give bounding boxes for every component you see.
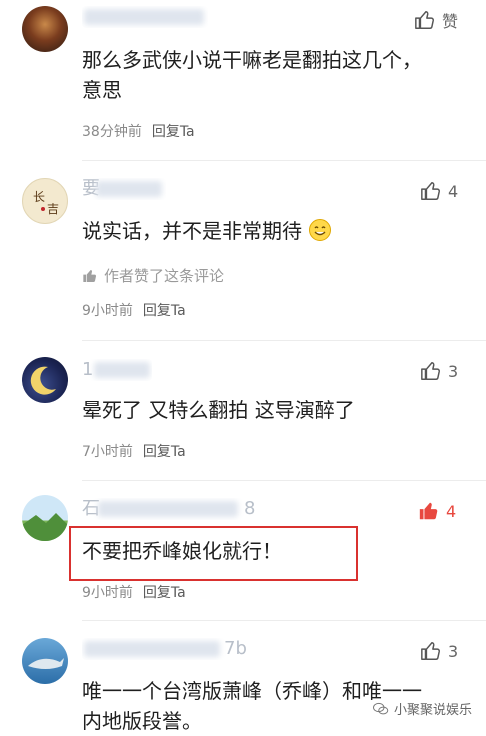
timestamp: 9小时前 (82, 303, 133, 319)
divider (82, 160, 486, 161)
comment-meta: 38分钟前 回复Ta (82, 121, 195, 141)
watermark: 小聚聚说娱乐 (372, 699, 472, 718)
reply-link[interactable]: 回复Ta (143, 441, 186, 461)
comment-meta: 7小时前 回复Ta (82, 441, 186, 461)
divider (82, 480, 486, 481)
comment-text: 说实话，并不是非常期待 (82, 216, 474, 246)
reply-link[interactable]: 回复Ta (143, 582, 186, 602)
timestamp: 9小时前 (82, 585, 133, 601)
comment-meta: 9小时前 回复Ta (82, 300, 186, 320)
thumbs-up-icon (421, 642, 441, 660)
thumbs-up-icon (421, 182, 441, 200)
timestamp: 38分钟前 (82, 124, 142, 140)
divider (82, 620, 486, 621)
comment-text: 那么多武侠小说干嘛老是翻拍这几个， 意思 (82, 48, 422, 102)
wechat-icon (372, 702, 389, 714)
like-button[interactable]: 3 (420, 640, 458, 662)
avatar[interactable]: 长吉 (22, 178, 68, 224)
smiley-emoji-icon (309, 219, 332, 241)
username[interactable]: 1 (82, 359, 152, 381)
avatar[interactable] (22, 638, 68, 684)
like-button[interactable]: 4 (420, 180, 458, 202)
thumbs-up-icon (415, 11, 435, 29)
avatar[interactable] (22, 6, 68, 52)
like-count: 4 (448, 181, 459, 201)
author-liked-note: 作者赞了这条评论 (82, 265, 224, 286)
like-button[interactable]: 赞 (414, 8, 458, 32)
divider (82, 340, 486, 341)
thumbs-up-icon (83, 269, 97, 282)
timestamp: 7小时前 (82, 444, 133, 460)
username[interactable]: 要 (82, 178, 166, 200)
like-button[interactable]: 4 (418, 500, 456, 522)
like-label: 赞 (442, 12, 459, 31)
thumbs-up-icon (421, 362, 441, 380)
svg-text:长: 长 (33, 190, 45, 204)
like-count: 4 (446, 501, 457, 521)
avatar[interactable] (22, 495, 68, 541)
comment-text: 晕死了 又特么翻拍 这导演醉了 (82, 398, 355, 422)
highlight-box (69, 526, 358, 581)
like-button[interactable]: 3 (420, 360, 458, 382)
username[interactable]: 石 8 (82, 498, 262, 520)
username[interactable]: 7b (82, 638, 252, 660)
like-count: 3 (448, 641, 459, 661)
landscape-icon (22, 513, 68, 541)
svg-text:吉: 吉 (47, 202, 59, 216)
shark-icon (28, 658, 64, 669)
comment-meta: 9小时前 回复Ta (82, 582, 186, 602)
reply-link[interactable]: 回复Ta (143, 300, 186, 320)
moon-icon (30, 366, 56, 395)
reply-link[interactable]: 回复Ta (152, 121, 195, 141)
like-count: 3 (448, 361, 459, 381)
calligraphy-icon: 长吉 (33, 190, 59, 216)
avatar[interactable] (22, 357, 68, 403)
thumbs-up-filled-icon (419, 502, 438, 520)
username[interactable] (82, 6, 208, 28)
